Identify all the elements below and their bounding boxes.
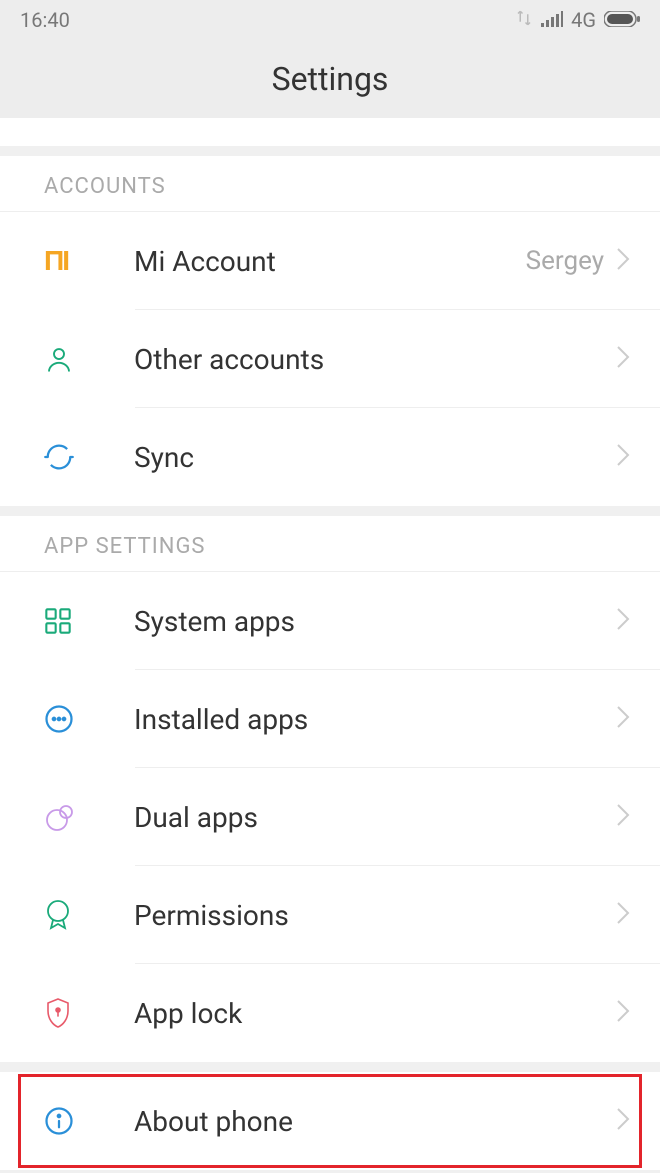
chevron-right-icon xyxy=(616,1107,630,1135)
item-label: Sync xyxy=(134,441,616,474)
item-label: Permissions xyxy=(134,899,616,932)
list-item-mi-account[interactable]: ΠI Mi Account Sergey xyxy=(0,212,660,310)
chevron-right-icon xyxy=(616,247,630,275)
section-gap xyxy=(0,506,660,516)
page-title: Settings xyxy=(272,60,389,98)
badge-icon xyxy=(44,899,134,931)
shield-lock-icon xyxy=(44,997,134,1029)
section-header-accounts: ACCOUNTS xyxy=(0,156,660,212)
app-header: Settings xyxy=(0,40,660,118)
sync-icon xyxy=(44,442,134,472)
item-label: Dual apps xyxy=(134,801,616,834)
mi-logo-icon: ΠI xyxy=(44,245,134,277)
person-icon xyxy=(44,344,134,374)
chevron-right-icon xyxy=(616,999,630,1027)
dual-circles-icon xyxy=(44,802,134,832)
chevron-right-icon xyxy=(616,345,630,373)
item-label: About phone xyxy=(134,1105,616,1138)
chevron-right-icon xyxy=(616,705,630,733)
data-arrows-icon xyxy=(515,8,533,32)
status-time: 16:40 xyxy=(20,8,70,32)
info-icon xyxy=(44,1106,134,1136)
highlight-annotation: About phone xyxy=(0,1072,660,1170)
section-gap xyxy=(0,1062,660,1072)
item-label: Mi Account xyxy=(134,245,526,278)
item-label: App lock xyxy=(134,997,616,1030)
list-item-installed-apps[interactable]: Installed apps xyxy=(0,670,660,768)
chevron-right-icon xyxy=(616,443,630,471)
chevron-right-icon xyxy=(616,901,630,929)
network-label: 4G xyxy=(571,8,596,32)
list-item-other-accounts[interactable]: Other accounts xyxy=(0,310,660,408)
list-item-dual-apps[interactable]: Dual apps xyxy=(0,768,660,866)
list-item-permissions[interactable]: Permissions xyxy=(0,866,660,964)
chevron-right-icon xyxy=(616,803,630,831)
list-item-about-phone[interactable]: About phone xyxy=(0,1072,660,1170)
status-indicators: 4G xyxy=(515,8,640,32)
list-item-app-lock[interactable]: App lock xyxy=(0,964,660,1062)
list-item-sync[interactable]: Sync xyxy=(0,408,660,506)
item-label: System apps xyxy=(134,605,616,638)
grid-icon xyxy=(44,607,134,635)
item-label: Installed apps xyxy=(134,703,616,736)
dots-circle-icon xyxy=(44,704,134,734)
blank-section xyxy=(0,118,660,156)
signal-icon xyxy=(541,8,563,32)
item-label: Other accounts xyxy=(134,343,616,376)
status-bar: 16:40 4G xyxy=(0,0,660,40)
battery-icon xyxy=(604,8,640,32)
chevron-right-icon xyxy=(616,607,630,635)
section-header-app-settings: APP SETTINGS xyxy=(0,516,660,572)
item-value: Sergey xyxy=(526,246,604,276)
list-item-system-apps[interactable]: System apps xyxy=(0,572,660,670)
